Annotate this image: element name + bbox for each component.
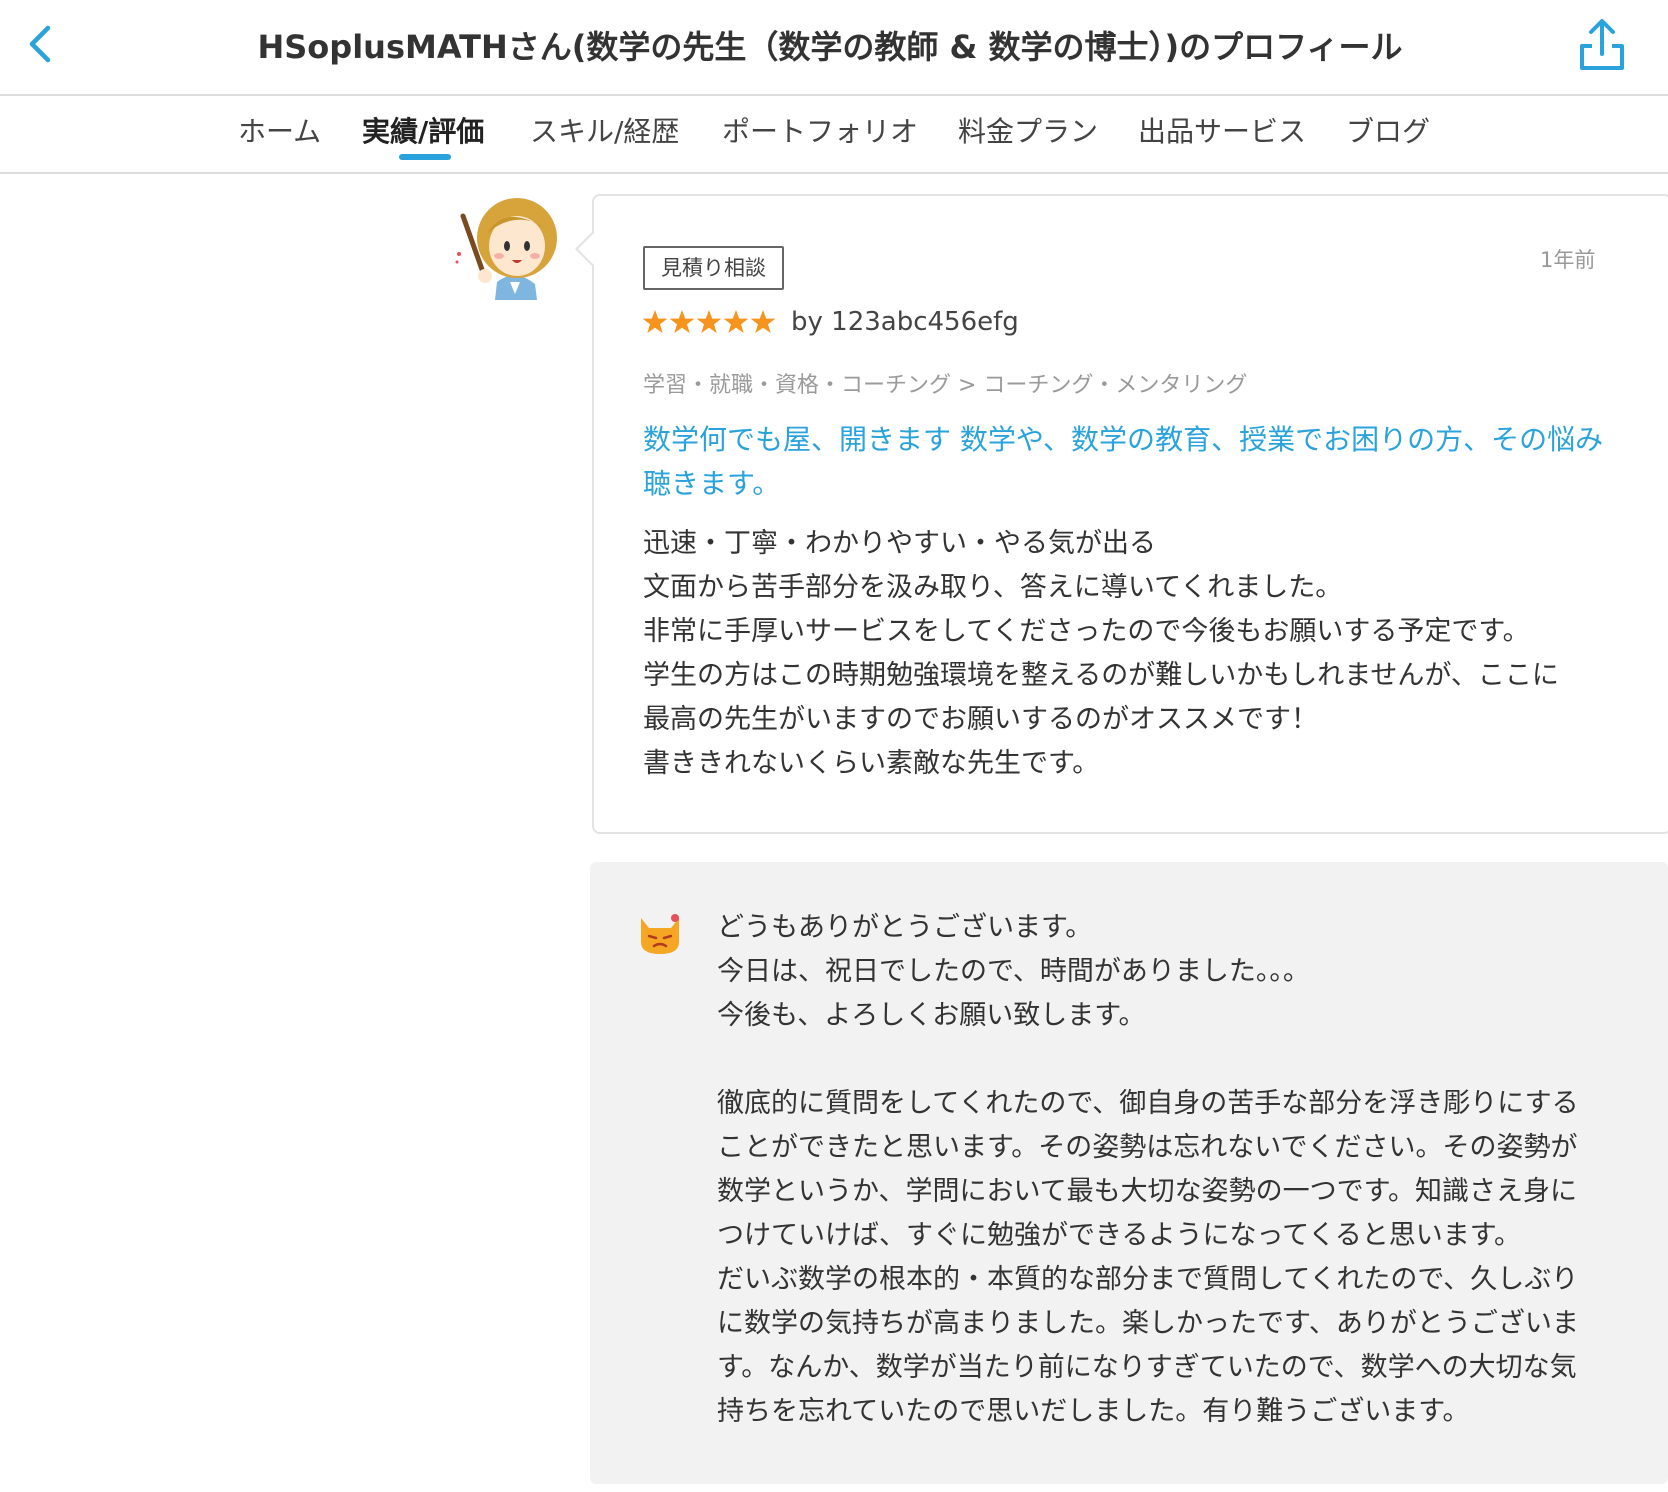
reply-line: 今日は、祝日でしたので、時間がありました。。。 (717, 956, 1310, 987)
request-type-badge: 見積り相談 (643, 246, 784, 290)
star-icon (696, 310, 722, 333)
service-title-link[interactable]: 数学何でも屋、開きます 数学や、数学の教育、授業でお困りの方、その悩み聴きます。 (643, 418, 1623, 506)
tab-home[interactable]: ホーム (238, 110, 321, 150)
header-bar: HSoplusMATHさん(数学の先生（数学の教師 & 数学の博士）)のプロフィ… (0, 0, 1668, 96)
star-icon (669, 310, 695, 333)
card-pointer-fill (578, 233, 594, 265)
tab-skills-career[interactable]: スキル/経歴 (530, 110, 679, 150)
active-tab-indicator (399, 154, 451, 160)
back-button[interactable] (20, 20, 68, 68)
review-line: 書ききれないくらい素敵な先生です。 (643, 748, 1100, 779)
reply-line: 今後も、よろしくお願い致します。 (717, 1000, 1146, 1031)
share-icon (1580, 19, 1624, 70)
reply-line: ことができたと思います。その姿勢は忘れないでください。その姿勢が (717, 1132, 1578, 1163)
tab-services[interactable]: 出品サービス (1138, 110, 1306, 150)
tab-portfolio[interactable]: ポートフォリオ (722, 110, 918, 150)
share-button[interactable] (1576, 16, 1628, 72)
reply-line: 持ちを忘れていたので思いだしました。有り難うございます。 (717, 1396, 1470, 1427)
review-line: 学生の方はこの時期勉強環境を整えるのが難しいかもしれませんが、ここに (643, 660, 1559, 691)
star-rating (642, 310, 776, 333)
reviewer-avatar[interactable] (455, 190, 565, 300)
teacher-avatar-icon (455, 198, 557, 300)
reply-line: す。なんか、数学が当たり前になりすぎていたので、数学への大切な気 (717, 1352, 1577, 1383)
service-category: 学習・就職・資格・コーチング > コーチング・メンタリング (643, 373, 1248, 398)
reply-line: どうもありがとうございます。 (717, 912, 1093, 943)
reply-line: だいぶ数学の根本的・本質的な部分まで質問してくれたので、久しぶり (717, 1264, 1579, 1295)
cat-avatar-icon (641, 914, 679, 954)
reply-line: に数学の気持ちが高まりました。楽しかったです、ありがとうございま (717, 1308, 1579, 1339)
page-title: HSoplusMATHさん(数学の先生（数学の教師 & 数学の博士）)のプロフィ… (257, 28, 1403, 66)
review-line: 迅速・丁寧・わかりやすい・やる気が出る (643, 528, 1156, 559)
reply-line-blank (717, 1038, 1627, 1082)
review-line: 最高の先生がいますのでお願いするのがオススメです！ (643, 704, 1318, 735)
reviewer-name: by 123abc456efg (791, 307, 1019, 337)
star-icon (723, 310, 749, 333)
star-icon (750, 310, 776, 333)
tab-blog[interactable]: ブログ (1346, 110, 1430, 150)
review-timestamp: 1年前 (1540, 248, 1596, 272)
seller-avatar[interactable] (637, 908, 683, 956)
review-line: 非常に手厚いサービスをしてくださったので今後もお願いする予定です。 (643, 616, 1530, 647)
review-line: 文面から苦手部分を汲み取り、答えに導いてくれました。 (643, 572, 1343, 603)
reply-line: つけていけば、すぐに勉強ができるようになってくると思います。 (717, 1220, 1522, 1251)
star-icon (642, 310, 668, 333)
reply-line: 数学というか、学問において最も大切な姿勢の一つです。知識さえ身に (717, 1176, 1577, 1207)
tab-pricing-plans[interactable]: 料金プラン (958, 110, 1098, 150)
review-body: 迅速・丁寧・わかりやすい・やる気が出る 文面から苦手部分を汲み取り、答えに導いて… (643, 522, 1623, 786)
seller-reply-text: どうもありがとうございます。 今日は、祝日でしたので、時間がありました。。。 今… (717, 906, 1627, 1434)
profile-tabs: ホーム 実績/評価 スキル/経歴 ポートフォリオ 料金プラン 出品サービス ブロ… (0, 96, 1668, 174)
reply-line: 徹底的に質問をしてくれたので、御自身の苦手な部分を浮き彫りにする (717, 1088, 1579, 1119)
tab-results-reviews[interactable]: 実績/評価 (362, 110, 484, 150)
chevron-left-icon (29, 25, 51, 63)
